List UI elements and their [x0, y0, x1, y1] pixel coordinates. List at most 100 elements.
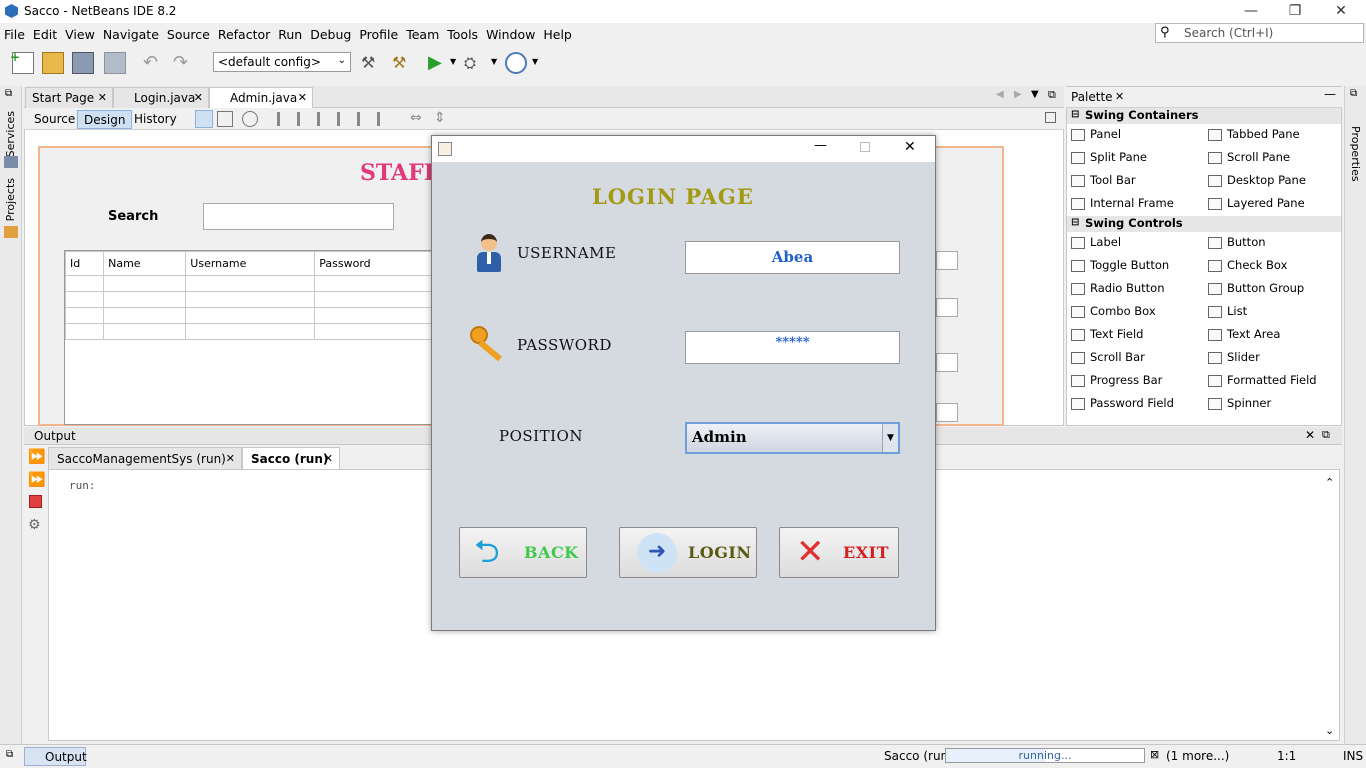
- open-project-icon[interactable]: [72, 52, 94, 74]
- more-tasks-link[interactable]: (1 more...): [1166, 749, 1229, 763]
- palette-item[interactable]: Check Box: [1208, 254, 1287, 277]
- palette-item[interactable]: Text Area: [1208, 323, 1280, 346]
- config-select[interactable]: <default config> ⌄: [213, 52, 351, 72]
- password-field[interactable]: *****: [685, 331, 900, 364]
- scroll-up-icon[interactable]: ⌃: [1325, 476, 1334, 489]
- table-row[interactable]: [64, 307, 435, 324]
- palette-item[interactable]: Label: [1071, 231, 1121, 254]
- palette-item[interactable]: Tool Bar: [1071, 169, 1136, 192]
- close-icon[interactable]: ✕: [98, 91, 107, 104]
- palette-item[interactable]: Toggle Button: [1071, 254, 1169, 277]
- close-icon[interactable]: ✕: [194, 91, 203, 104]
- maximize-icon[interactable]: ⧉: [1322, 428, 1330, 442]
- menu-help[interactable]: Help: [539, 23, 576, 42]
- palette-item[interactable]: Button Group: [1208, 277, 1304, 300]
- chevron-down-icon[interactable]: ▼: [882, 424, 898, 452]
- new-project-icon[interactable]: [42, 52, 64, 74]
- output-toggle-button[interactable]: Output: [24, 747, 87, 766]
- run-dropdown-icon[interactable]: ▼: [450, 57, 456, 66]
- debug-dropdown-icon[interactable]: ▼: [491, 57, 497, 66]
- close-icon[interactable]: ✕: [1115, 90, 1124, 103]
- canvas-field[interactable]: [936, 353, 958, 372]
- minimize-button[interactable]: —: [1228, 0, 1274, 23]
- preview-design-icon[interactable]: [242, 111, 258, 127]
- table-row[interactable]: [64, 291, 435, 308]
- connection-mode-icon[interactable]: [217, 111, 233, 127]
- menu-tools[interactable]: Tools: [443, 23, 482, 42]
- palette-item[interactable]: Desktop Pane: [1208, 169, 1306, 192]
- rerun-icon[interactable]: ⏩: [28, 449, 45, 465]
- tab-login-java[interactable]: Login.java ✕: [113, 87, 209, 108]
- scroll-down-icon[interactable]: ⌄: [1325, 724, 1334, 737]
- palette-item[interactable]: Scroll Bar: [1071, 346, 1145, 369]
- scroll-tabs-right-icon[interactable]: ▶: [1014, 89, 1022, 100]
- sidebar-minimize-icon[interactable]: ⧉: [5, 88, 12, 99]
- debug-icon[interactable]: ⛭: [464, 52, 486, 74]
- canvas-field[interactable]: [936, 251, 958, 270]
- selection-mode-icon[interactable]: [195, 110, 213, 128]
- close-window-button[interactable]: ✕: [1318, 0, 1364, 23]
- maximize-editor-icon[interactable]: ⧉: [1048, 88, 1056, 102]
- resize-vertical-icon[interactable]: ⇕: [434, 110, 446, 126]
- menu-source[interactable]: Source: [163, 23, 214, 42]
- rerun-with-args-icon[interactable]: ⏩: [28, 472, 45, 488]
- history-view-button[interactable]: History: [128, 110, 183, 129]
- menu-edit[interactable]: Edit: [29, 23, 61, 42]
- save-all-icon[interactable]: [104, 52, 126, 74]
- restore-button[interactable]: ❐: [1272, 0, 1318, 23]
- profile-icon[interactable]: [505, 52, 527, 74]
- palette-item[interactable]: Radio Button: [1071, 277, 1165, 300]
- close-icon[interactable]: ✕: [298, 91, 307, 104]
- palette-item[interactable]: Progress Bar: [1071, 369, 1162, 392]
- projects-tab[interactable]: Projects: [4, 178, 17, 221]
- menu-refactor[interactable]: Refactor: [214, 23, 274, 42]
- build-hammer-icon[interactable]: ⚒: [361, 52, 383, 74]
- palette-category-containers[interactable]: Swing Containers ⊟: [1067, 108, 1341, 124]
- close-icon[interactable]: ✕: [1305, 428, 1315, 442]
- sidebar-minimize-icon[interactable]: ⧉: [1350, 88, 1357, 99]
- dialog-maximize-button[interactable]: [860, 142, 870, 152]
- close-icon[interactable]: ✕: [226, 452, 235, 465]
- menu-view[interactable]: View: [61, 23, 99, 42]
- palette-item[interactable]: List: [1208, 300, 1247, 323]
- menu-file[interactable]: File: [0, 23, 29, 42]
- palette-item[interactable]: Slider: [1208, 346, 1260, 369]
- palette-item[interactable]: Combo Box: [1071, 300, 1156, 323]
- cancel-task-icon[interactable]: ⊠: [1150, 748, 1159, 761]
- palette-item[interactable]: Button: [1208, 231, 1266, 254]
- login-button[interactable]: ➜ LOGIN: [619, 527, 757, 578]
- services-tab[interactable]: Services: [4, 111, 17, 157]
- expand-icon[interactable]: [1045, 112, 1056, 123]
- palette-item[interactable]: Layered Pane: [1208, 192, 1305, 215]
- settings-icon[interactable]: ⚙: [28, 517, 41, 533]
- properties-tab[interactable]: Properties: [1349, 126, 1362, 182]
- new-file-icon[interactable]: +: [10, 50, 34, 74]
- canvas-field[interactable]: [936, 298, 958, 317]
- menu-navigate[interactable]: Navigate: [99, 23, 163, 42]
- menu-profile[interactable]: Profile: [355, 23, 402, 42]
- palette-item[interactable]: Spinner: [1208, 392, 1271, 415]
- menu-window[interactable]: Window: [482, 23, 539, 42]
- tab-start-page[interactable]: Start Page ✕: [25, 87, 113, 108]
- canvas-field[interactable]: [936, 403, 958, 422]
- design-view-button[interactable]: Design: [77, 110, 133, 129]
- resize-horizontal-icon[interactable]: ⇔: [410, 110, 422, 126]
- position-select[interactable]: Admin ▼: [685, 422, 900, 454]
- tab-admin-java[interactable]: Admin.java ✕: [209, 87, 313, 108]
- table-row[interactable]: [64, 323, 435, 340]
- dialog-close-button[interactable]: ✕: [904, 139, 916, 155]
- align-tools-icon[interactable]: [277, 112, 392, 126]
- status-minimize-icon[interactable]: ⧉: [6, 749, 13, 760]
- close-icon[interactable]: ✕: [324, 452, 333, 465]
- table-row[interactable]: [64, 275, 435, 292]
- exit-button[interactable]: ✕ EXIT: [779, 527, 899, 578]
- menu-team[interactable]: Team: [402, 23, 443, 42]
- palette-item[interactable]: Scroll Pane: [1208, 146, 1290, 169]
- tab-list-icon[interactable]: ▼: [1031, 89, 1039, 100]
- staff-table[interactable]: Id Name Username Password: [64, 250, 436, 425]
- palette-item[interactable]: Internal Frame: [1071, 192, 1174, 215]
- palette-item[interactable]: Text Field: [1071, 323, 1143, 346]
- undo-icon[interactable]: ↶: [143, 52, 165, 74]
- output-tab-sacco[interactable]: Sacco (run) ✕: [242, 447, 340, 469]
- source-view-button[interactable]: Source: [28, 110, 81, 129]
